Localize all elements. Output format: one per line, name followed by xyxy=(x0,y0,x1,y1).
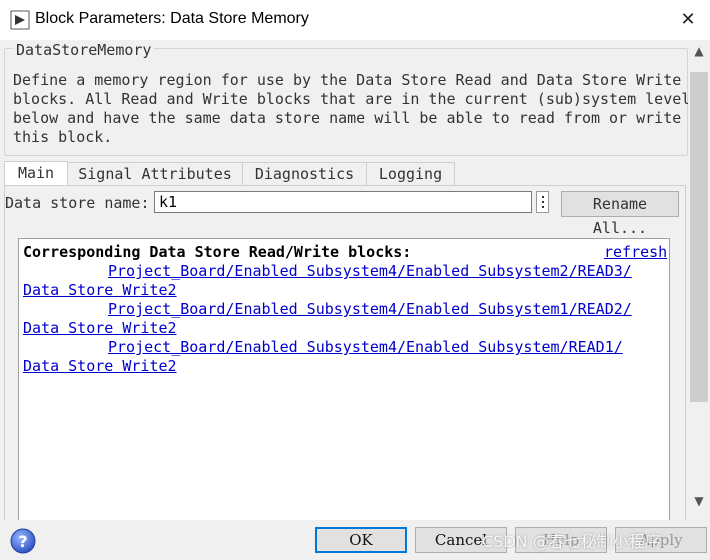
data-store-name-input[interactable] xyxy=(154,191,532,213)
tab-main[interactable]: Main xyxy=(4,161,68,187)
vertical-scrollbar[interactable]: ▲ ▼ xyxy=(688,40,710,520)
description-text: Define a memory region for use by the Da… xyxy=(13,71,710,146)
list-item: Project_Board/Enabled Subsystem4/Enabled… xyxy=(23,338,663,376)
tab-diagnostics[interactable]: Diagnostics xyxy=(242,162,367,186)
scroll-down-icon[interactable]: ▼ xyxy=(688,492,710,510)
watermark: CSDN @春七秘制小程序 xyxy=(482,532,661,551)
refresh-link[interactable]: refresh xyxy=(604,243,667,261)
read-block-link[interactable]: Project_Board/Enabled Subsystem4/Enabled… xyxy=(108,262,632,280)
description-group: DataStoreMemory Define a memory region f… xyxy=(4,41,710,156)
close-button[interactable]: ✕ xyxy=(672,6,704,34)
more-options-button[interactable] xyxy=(536,191,549,213)
write-block-link[interactable]: Data Store Write2 xyxy=(23,281,177,299)
rename-all-button[interactable]: Rename All... xyxy=(561,191,679,237)
write-block-link[interactable]: Data Store Write2 xyxy=(23,319,177,337)
dialog-content: DataStoreMemory Define a memory region f… xyxy=(0,40,710,522)
scroll-up-icon[interactable]: ▲ xyxy=(688,42,710,60)
svg-text:?: ? xyxy=(18,532,27,551)
close-icon: ✕ xyxy=(680,9,696,30)
description-title: DataStoreMemory xyxy=(13,41,155,59)
list-item: Project_Board/Enabled Subsystem4/Enabled… xyxy=(23,262,663,300)
window-title: Block Parameters: Data Store Memory xyxy=(35,10,309,27)
blocks-heading: Corresponding Data Store Read/Write bloc… xyxy=(23,243,412,261)
scroll-thumb[interactable] xyxy=(690,72,708,402)
write-block-link[interactable]: Data Store Write2 xyxy=(23,357,177,375)
list-item: Project_Board/Enabled Subsystem4/Enabled… xyxy=(23,300,663,338)
read-block-link[interactable]: Project_Board/Enabled Subsystem4/Enabled… xyxy=(108,338,623,356)
title-bar: Block Parameters: Data Store Memory ✕ xyxy=(0,0,710,41)
blocks-list: Project_Board/Enabled Subsystem4/Enabled… xyxy=(23,262,663,376)
tab-logging[interactable]: Logging xyxy=(366,162,455,186)
corresponding-blocks-panel: Corresponding Data Store Read/Write bloc… xyxy=(18,238,670,522)
help-icon[interactable]: ? xyxy=(10,528,36,554)
read-block-link[interactable]: Project_Board/Enabled Subsystem4/Enabled… xyxy=(108,300,632,318)
ok-button[interactable]: OK xyxy=(315,527,407,553)
tab-signal-attributes[interactable]: Signal Attributes xyxy=(67,162,243,186)
tab-bar: Main Signal Attributes Diagnostics Loggi… xyxy=(4,161,464,187)
data-store-name-label: Data store name: xyxy=(5,194,150,212)
simulink-block-icon xyxy=(10,10,30,30)
